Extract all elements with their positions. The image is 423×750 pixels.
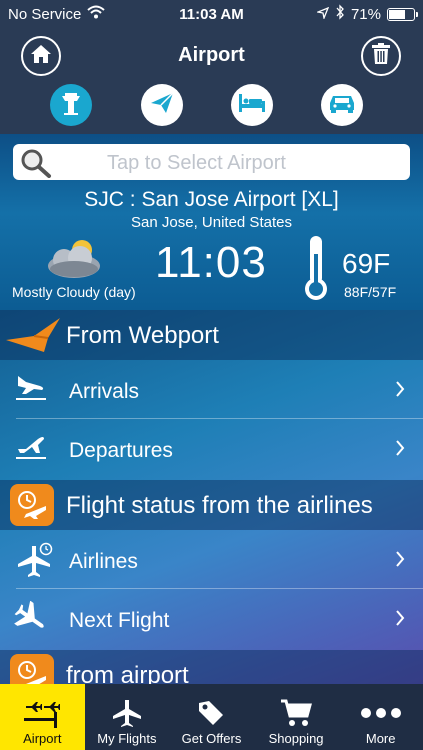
weather-description: Mostly Cloudy (day) (12, 284, 136, 300)
tabbar-label: Get Offers (181, 731, 242, 746)
tabbar-item-get-offers[interactable]: Get Offers (169, 684, 254, 750)
search-icon (19, 148, 53, 183)
cart-icon (280, 695, 313, 731)
flight-clock-icon (10, 484, 54, 526)
battery-percent: 71% (350, 5, 381, 23)
thermometer-icon (302, 234, 330, 307)
tabbar-item-more[interactable]: More (338, 684, 423, 750)
bluetooth-icon (335, 4, 345, 24)
status-right: 71% (315, 4, 418, 24)
departure-plane-icon (14, 431, 50, 466)
tabbar-item-airport[interactable]: Airport (0, 684, 85, 750)
trash-icon (371, 42, 391, 70)
paper-plane-icon (149, 90, 175, 121)
tab-flights[interactable] (141, 84, 183, 126)
row-label: Next Flight (69, 609, 170, 632)
tag-icon (197, 695, 225, 731)
local-time: 11:03 (155, 238, 267, 287)
cloudy-weather-icon (44, 236, 106, 285)
tabbar-item-my-flights[interactable]: My Flights (85, 684, 170, 750)
row-label: Departures (69, 439, 173, 462)
section-from-webport: From Webport (0, 310, 423, 360)
tabbar-label: My Flights (97, 731, 157, 746)
menu-item-arrivals[interactable]: Arrivals (0, 360, 423, 419)
battery-fill (389, 9, 406, 19)
temperature-range: 88F/57F (344, 284, 397, 300)
menu-item-departures[interactable]: Departures (0, 419, 423, 478)
chevron-right-icon (395, 380, 405, 403)
tab-bar: Airport My Flights Get Offers Shopping M… (0, 684, 423, 750)
section-title: From Webport (66, 322, 219, 349)
row-label: Airlines (69, 550, 138, 573)
battery-icon (387, 7, 418, 21)
more-dots-icon (360, 695, 402, 731)
section-flight-status: Flight status from the airlines (0, 480, 423, 530)
status-left: No Service (8, 5, 106, 23)
airline-plane-clock-icon (14, 542, 54, 583)
tabbar-item-shopping[interactable]: Shopping (254, 684, 339, 750)
airport-city: San Jose, United States (131, 214, 292, 231)
wifi-icon (87, 5, 106, 23)
page-title: Airport (178, 44, 245, 66)
tabbar-label: Shopping (268, 731, 324, 746)
row-label: Arrivals (69, 380, 140, 403)
tab-hotels[interactable] (231, 84, 273, 126)
status-bar: No Service 11:03 AM 71% (0, 0, 423, 28)
tabbar-label: Airport (23, 731, 62, 746)
temperature: 69F (342, 248, 391, 279)
airport-search-field[interactable]: Tap to Select Airport (13, 144, 410, 180)
hotel-bed-icon (238, 92, 266, 119)
webport-bird-icon (4, 316, 62, 361)
menu-item-airlines[interactable]: Airlines (0, 530, 423, 589)
next-flight-plane-icon (14, 600, 50, 642)
menu-list: From Webport Arrivals Departures Flight … (0, 310, 423, 684)
chevron-right-icon (395, 439, 405, 462)
airport-panel: Tap to Select Airport SJC : San Jose Air… (0, 134, 423, 310)
section-from-airport: from airport (0, 650, 423, 684)
flight-clock-icon (10, 654, 54, 684)
tab-car-rental[interactable] (321, 84, 363, 126)
arrival-plane-icon (14, 372, 50, 407)
car-icon (328, 92, 356, 119)
trash-button[interactable] (361, 36, 401, 76)
airport-icon (22, 695, 62, 731)
control-tower-icon (58, 90, 84, 121)
search-placeholder: Tap to Select Airport (107, 152, 286, 174)
chevron-right-icon (395, 609, 405, 632)
tabbar-label: More (365, 731, 396, 746)
airport-name: SJC : San Jose Airport [XL] (84, 188, 339, 211)
section-title: from airport (66, 662, 189, 684)
airplane-icon (111, 695, 143, 731)
tab-airport-info[interactable] (50, 84, 92, 126)
section-title: Flight status from the airlines (66, 492, 373, 519)
location-arrow-icon (315, 6, 330, 23)
header: Airport (0, 28, 423, 134)
menu-item-next-flight[interactable]: Next Flight (0, 589, 423, 648)
carrier-label: No Service (8, 5, 82, 23)
chevron-right-icon (395, 550, 405, 573)
